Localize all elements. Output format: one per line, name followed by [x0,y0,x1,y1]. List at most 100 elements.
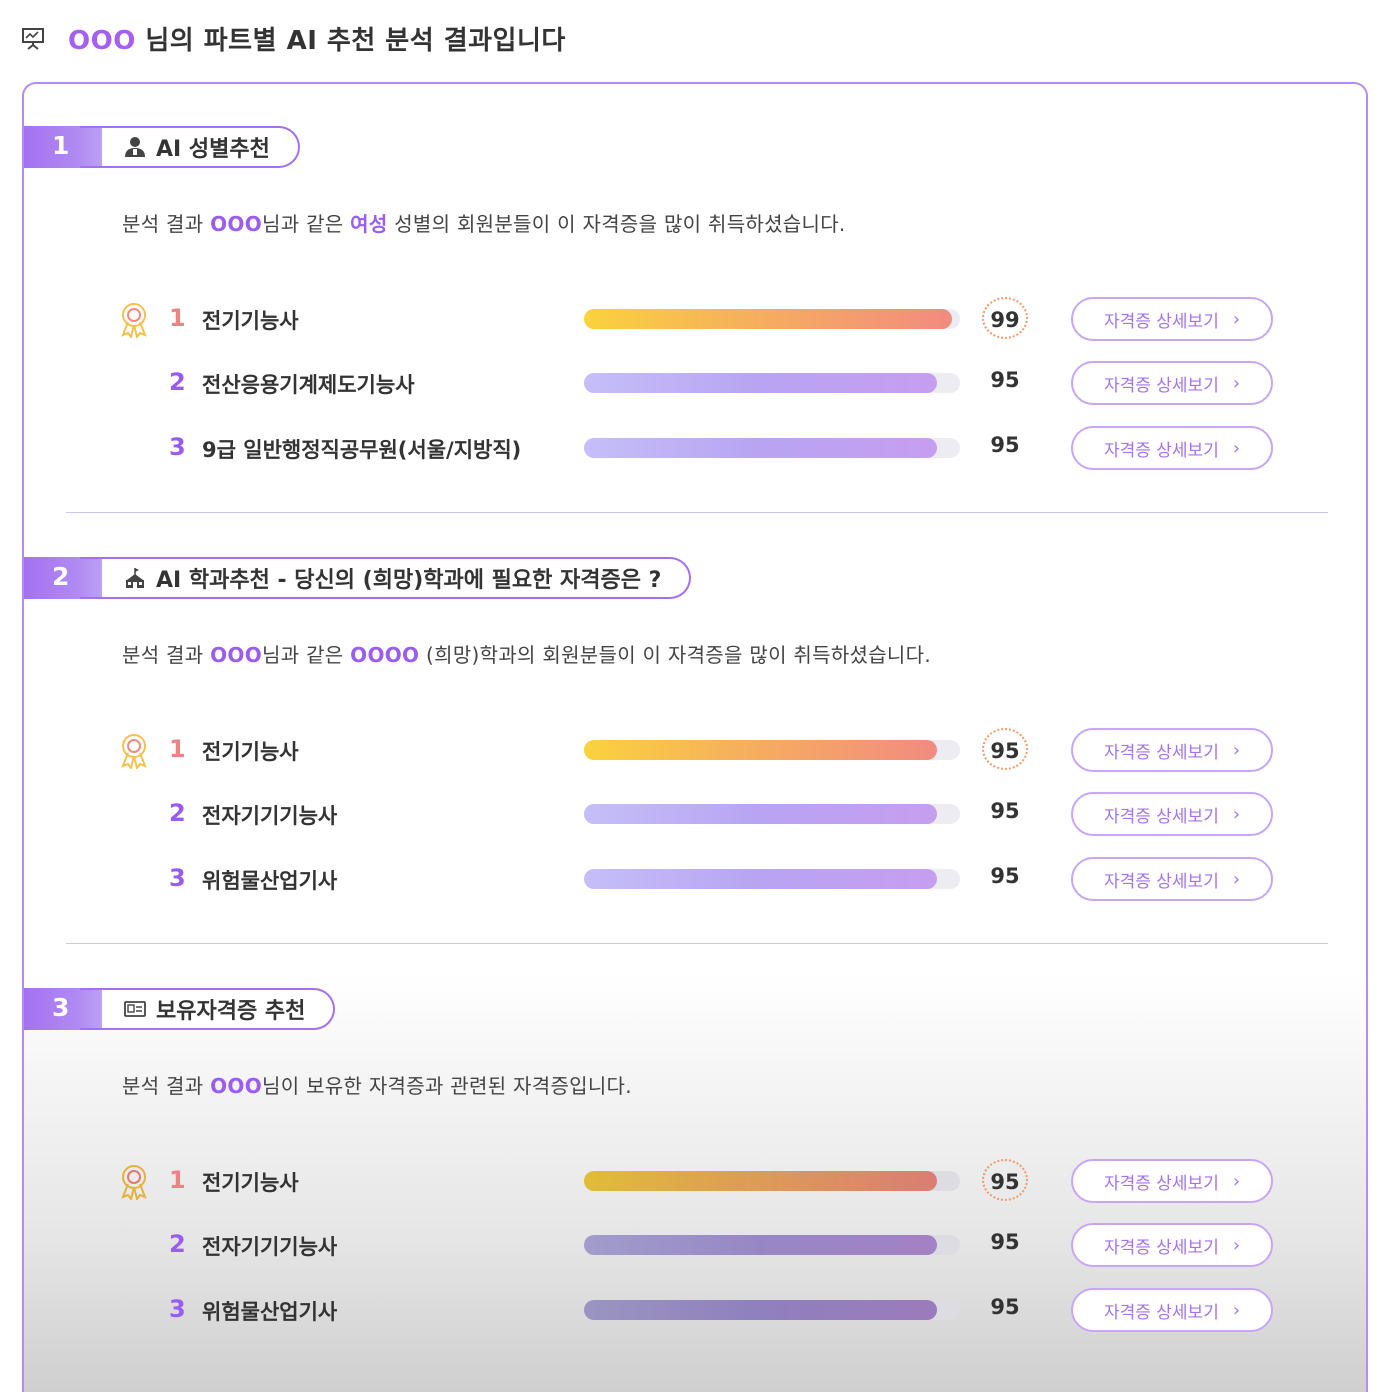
chevron-right-icon: › [1232,437,1241,459]
button-label: 자격증 상세보기 [1103,806,1219,827]
id-card-icon [124,1001,146,1017]
certificate-name: 위험물산업기사 [202,869,338,893]
recommendation-row: 3 위험물산업기사 95 자격증 상세보기 › [24,856,1366,902]
score-value: 95 [990,864,1020,888]
section-number: 1 [52,131,70,160]
certificate-name: 전기기능사 [202,1171,299,1195]
results-panel: 1 AI 성별추천 분석 결과 OOO님과 같은 여성 성별의 회원분들이 이 … [22,82,1368,1392]
certificate-detail-button[interactable]: 자격증 상세보기 › [1071,1288,1273,1332]
chevron-right-icon: › [1232,1234,1241,1256]
score-bar-fill [584,740,938,760]
rank-number: 3 [169,864,186,892]
certificate-detail-button[interactable]: 자격증 상세보기 › [1071,361,1273,405]
score-value: 95 [990,1295,1020,1319]
medal-icon [121,734,147,769]
button-label: 자격증 상세보기 [1103,375,1219,396]
certificate-name: 전자기기기능사 [202,804,338,828]
section-number: 2 [52,562,70,591]
score-bar-fill [584,1171,938,1191]
certificate-name: 전산응용기계제도기능사 [202,373,415,397]
page-title-text: 님의 파트별 AI 추천 분석 결과입니다 [135,26,566,56]
score-bar [584,309,960,329]
section-title-pill: 보유자격증 추천 [79,988,336,1030]
section-owned-certificates: 3 보유자격증 추천 분석 결과 OOO님이 보유한 자격증과 관련된 자격증입… [24,988,1366,1392]
desc-text: 분석 결과 [122,1074,211,1098]
desc-text: 분석 결과 [122,643,211,667]
desc-text: 님이 보유한 자격증과 관련된 자격증입니다. [262,1074,632,1098]
button-label: 자격증 상세보기 [1103,1237,1219,1258]
score-value: 95 [990,368,1020,392]
score-bar [584,804,960,824]
medal-icon [121,1165,147,1200]
rank-number: 1 [169,735,186,763]
section-title: AI 성별추천 [156,137,270,162]
rank-number: 2 [169,368,186,396]
section-number: 3 [52,993,70,1022]
score-bar-fill [584,869,938,889]
rank-number: 1 [169,1166,186,1194]
score-bar [584,1300,960,1320]
chevron-right-icon: › [1232,372,1241,394]
recommendation-row: 2 전자기기기능사 95 자격증 상세보기 › [24,1222,1366,1268]
section-gender: 1 AI 성별추천 분석 결과 OOO님과 같은 여성 성별의 회원분들이 이 … [24,126,1366,546]
certificate-detail-button[interactable]: 자격증 상세보기 › [1071,857,1273,901]
person-icon [125,137,145,157]
school-icon [126,568,144,588]
certificate-detail-button[interactable]: 자격증 상세보기 › [1071,792,1273,836]
certificate-name: 9급 일반행정직공무원(서울/지방직) [202,438,522,462]
certificate-detail-button[interactable]: 자격증 상세보기 › [1071,728,1273,772]
button-label: 자격증 상세보기 [1103,742,1219,763]
desc-highlight: OOO [210,643,263,667]
section-title: 보유자격증 추천 [156,999,306,1024]
score-value: 95 [982,728,1028,770]
recommendation-row: 3 9급 일반행정직공무원(서울/지방직) 95 자격증 상세보기 › [24,425,1366,471]
button-label: 자격증 상세보기 [1103,311,1219,332]
rank-number: 2 [169,1230,186,1258]
recommendation-row: 1 전기기능사 99 자격증 상세보기 › [24,296,1366,342]
button-label: 자격증 상세보기 [1103,1302,1219,1323]
score-bar-fill [584,1300,938,1320]
certificate-detail-button[interactable]: 자격증 상세보기 › [1071,297,1273,341]
recommendation-row: 2 전산응용기계제도기능사 95 자격증 상세보기 › [24,360,1366,406]
desc-highlight: OOO [210,212,263,236]
score-value: 95 [990,799,1020,823]
score-bar [584,869,960,889]
section-description: 분석 결과 OOO님과 같은 여성 성별의 회원분들이 이 자격증을 많이 취득… [122,208,846,237]
chevron-right-icon: › [1232,1170,1241,1192]
section-description: 분석 결과 OOO님과 같은 OOOO (희망)학과의 회원분들이 이 자격증을… [122,639,931,668]
score-bar-fill [584,804,938,824]
medal-icon [121,303,147,338]
certificate-detail-button[interactable]: 자격증 상세보기 › [1071,1223,1273,1267]
certificate-name: 전자기기기능사 [202,1235,338,1259]
certificate-detail-button[interactable]: 자격증 상세보기 › [1071,1159,1273,1203]
desc-highlight: OOOO [350,643,420,667]
chevron-right-icon: › [1232,1299,1241,1321]
rank-number: 2 [169,799,186,827]
desc-text: (희망)학과의 회원분들이 이 자격증을 많이 취득하셨습니다. [419,643,931,667]
score-value: 95 [982,1159,1028,1201]
chevron-right-icon: › [1232,803,1241,825]
score-bar [584,373,960,393]
recommendation-row: 1 전기기능사 95 자격증 상세보기 › [24,727,1366,773]
chevron-right-icon: › [1232,308,1241,330]
recommendation-row: 2 전자기기기능사 95 자격증 상세보기 › [24,791,1366,837]
score-value: 95 [990,1230,1020,1254]
chevron-right-icon: › [1232,868,1241,890]
score-value: 95 [990,433,1020,457]
desc-text: 님과 같은 [262,643,351,667]
desc-text: 성별의 회원분들이 이 자격증을 많이 취득하셨습니다. [387,212,846,236]
section-description: 분석 결과 OOO님이 보유한 자격증과 관련된 자격증입니다. [122,1070,632,1099]
desc-text: 님과 같은 [262,212,351,236]
user-name-placeholder: OOO [68,26,136,56]
presentation-icon [22,28,44,50]
section-title: AI 학과추천 - 당신의 (희망)학과에 필요한 자격증은 ? [156,568,662,593]
button-label: 자격증 상세보기 [1103,1173,1219,1194]
score-bar-fill [584,438,938,458]
score-bar [584,1235,960,1255]
desc-text: 분석 결과 [122,212,211,236]
score-bar [584,740,960,760]
recommendation-row: 3 위험물산업기사 95 자격증 상세보기 › [24,1287,1366,1333]
certificate-detail-button[interactable]: 자격증 상세보기 › [1071,426,1273,470]
score-bar [584,1171,960,1191]
page-title: OOO 님의 파트별 AI 추천 분석 결과입니다 [68,20,566,57]
